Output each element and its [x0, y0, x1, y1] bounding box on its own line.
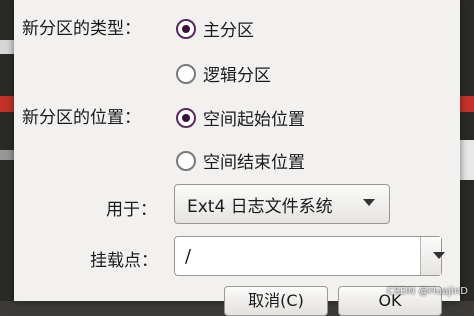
create-partition-dialog: 新分区的类型： 主分区 逻辑分区 新分区的位置： 空间起始位置 空间结束位置 用…: [14, 0, 460, 316]
watermark: CSDN @HuajinD: [386, 286, 468, 297]
partition-position-label: 新分区的位置：: [22, 108, 141, 128]
filesystem-combobox[interactable]: Ext4 日志文件系统: [174, 184, 390, 224]
radio-selected-icon[interactable]: [176, 107, 196, 128]
mount-point-label: 挂载点：: [90, 251, 158, 271]
cancel-button[interactable]: 取消(C): [224, 286, 328, 316]
filesystem-value: Ext4 日志文件系统: [187, 196, 333, 217]
radio-end-label: 空间结束位置: [203, 153, 305, 173]
mount-point-input[interactable]: [175, 237, 420, 275]
mount-point-combo-entry[interactable]: [174, 236, 445, 276]
radio-unselected-icon[interactable]: [176, 63, 196, 84]
background-window-left: [0, 0, 14, 301]
chevron-down-icon[interactable]: [420, 237, 445, 275]
radio-selected-icon[interactable]: [176, 18, 196, 39]
chevron-down-icon[interactable]: [363, 199, 375, 206]
partition-type-label: 新分区的类型：: [22, 19, 141, 39]
radio-start-label: 空间起始位置: [203, 110, 305, 130]
background-window-right: [460, 0, 474, 301]
radio-primary-partition[interactable]: 主分区: [176, 16, 254, 41]
radio-start-of-space[interactable]: 空间起始位置: [176, 105, 305, 130]
use-as-label: 用于：: [106, 200, 157, 220]
radio-unselected-icon[interactable]: [176, 150, 196, 171]
radio-end-of-space[interactable]: 空间结束位置: [176, 148, 305, 173]
radio-logical-label: 逻辑分区: [203, 66, 271, 86]
radio-primary-label: 主分区: [203, 21, 254, 41]
radio-logical-partition[interactable]: 逻辑分区: [176, 61, 271, 86]
